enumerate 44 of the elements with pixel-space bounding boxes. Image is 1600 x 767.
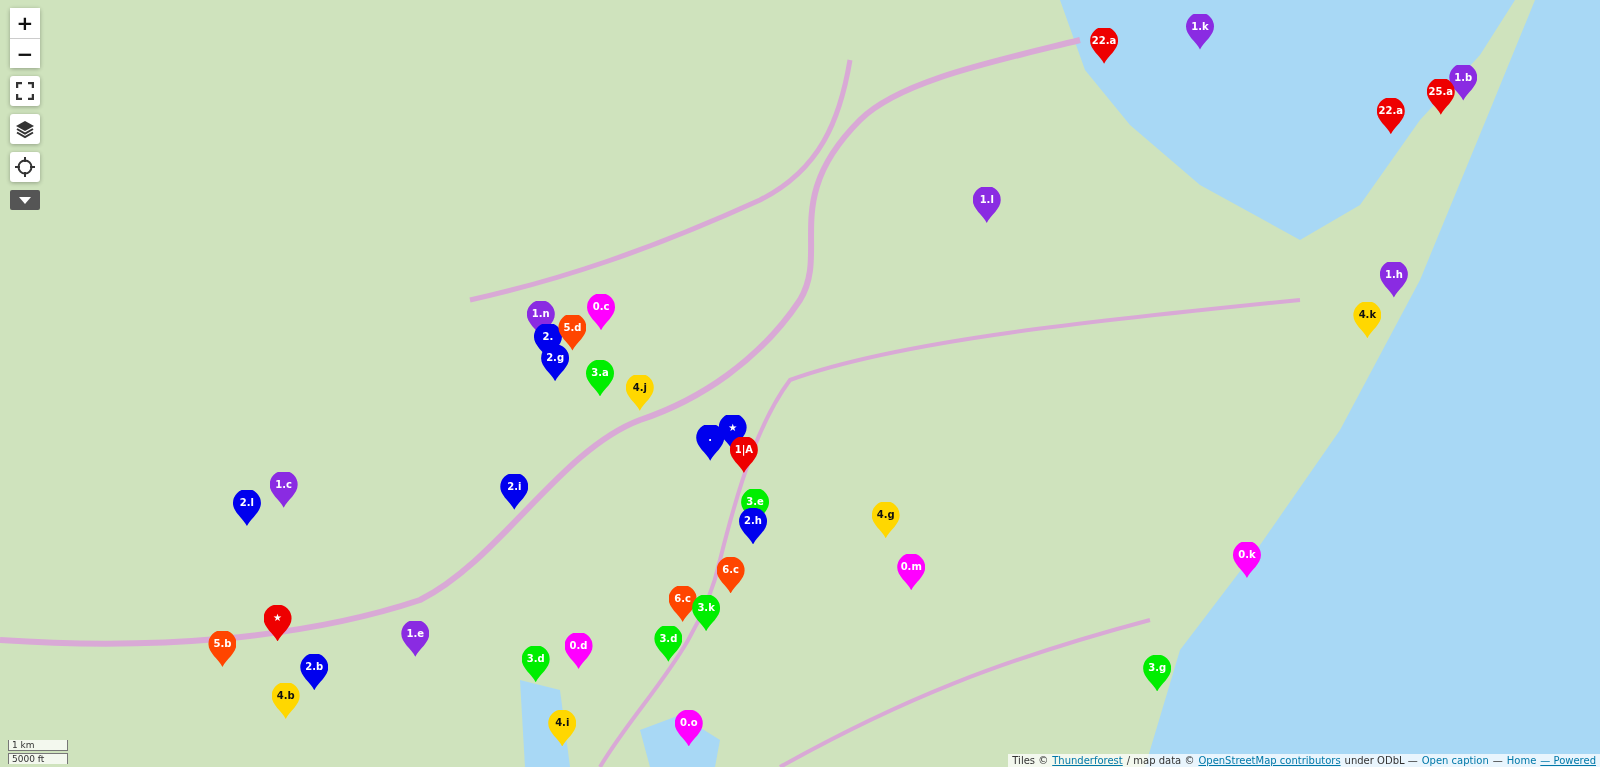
attribution-link[interactable]: — Powered bbox=[1540, 755, 1596, 766]
zoom-out-button[interactable]: − bbox=[10, 38, 40, 68]
dropdown-button[interactable] bbox=[10, 190, 40, 210]
map-marker[interactable]: . bbox=[696, 424, 725, 461]
scale-bar: 1 km bbox=[8, 740, 68, 751]
map-marker[interactable]: ★ bbox=[263, 605, 292, 642]
layers-icon bbox=[15, 119, 35, 139]
map-marker[interactable]: 1.l bbox=[972, 187, 1001, 223]
fullscreen-button[interactable] bbox=[10, 76, 40, 106]
crosshair-icon bbox=[15, 157, 35, 177]
map-marker[interactable]: 1.c bbox=[269, 471, 298, 508]
attribution-text: — bbox=[1492, 755, 1503, 766]
map-marker[interactable]: 2.i bbox=[500, 473, 529, 510]
map-marker[interactable]: 2.l bbox=[232, 490, 261, 527]
map-marker[interactable]: 5.d bbox=[558, 314, 587, 351]
map-marker[interactable]: 0.m bbox=[897, 554, 926, 591]
map-marker[interactable]: 4.k bbox=[1353, 302, 1382, 339]
map-marker[interactable]: 2.b bbox=[300, 654, 329, 691]
map-marker[interactable]: 4.b bbox=[271, 682, 300, 719]
map-marker[interactable]: 1.e bbox=[401, 620, 430, 657]
attribution-link[interactable]: Home bbox=[1506, 755, 1537, 766]
attribution-text: / map data © bbox=[1126, 755, 1195, 766]
scale-bar: 5000 ft bbox=[8, 753, 68, 764]
attribution-text: Tiles © bbox=[1012, 755, 1049, 766]
locate-button[interactable] bbox=[10, 152, 40, 182]
map-marker[interactable]: 5.b bbox=[208, 630, 237, 667]
caret-icon bbox=[19, 196, 31, 204]
map-marker[interactable]: 4.g bbox=[871, 502, 900, 539]
map-marker[interactable]: 0.c bbox=[587, 294, 615, 331]
map-marker[interactable]: 2.h bbox=[739, 508, 768, 545]
fullscreen-icon bbox=[16, 82, 34, 100]
attribution-link[interactable]: Thunderforest bbox=[1052, 755, 1123, 766]
map-marker[interactable]: 2.g bbox=[541, 345, 570, 382]
attribution-link[interactable]: Open caption bbox=[1421, 755, 1489, 766]
zoom-in-button[interactable]: + bbox=[10, 8, 40, 38]
map-marker[interactable]: 4.j bbox=[625, 374, 654, 411]
attribution-text: under ODbL — bbox=[1344, 755, 1418, 766]
layers-button[interactable] bbox=[10, 114, 40, 144]
map-marker[interactable]: 6.c bbox=[668, 586, 697, 622]
map-marker[interactable]: 1|A bbox=[729, 437, 758, 473]
map-marker[interactable]: 0.d bbox=[564, 632, 593, 669]
attribution-link[interactable]: OpenStreetMap contributors bbox=[1198, 755, 1341, 766]
map-marker[interactable]: 1.h bbox=[1379, 261, 1408, 298]
map-marker[interactable]: 6.c bbox=[716, 557, 745, 594]
